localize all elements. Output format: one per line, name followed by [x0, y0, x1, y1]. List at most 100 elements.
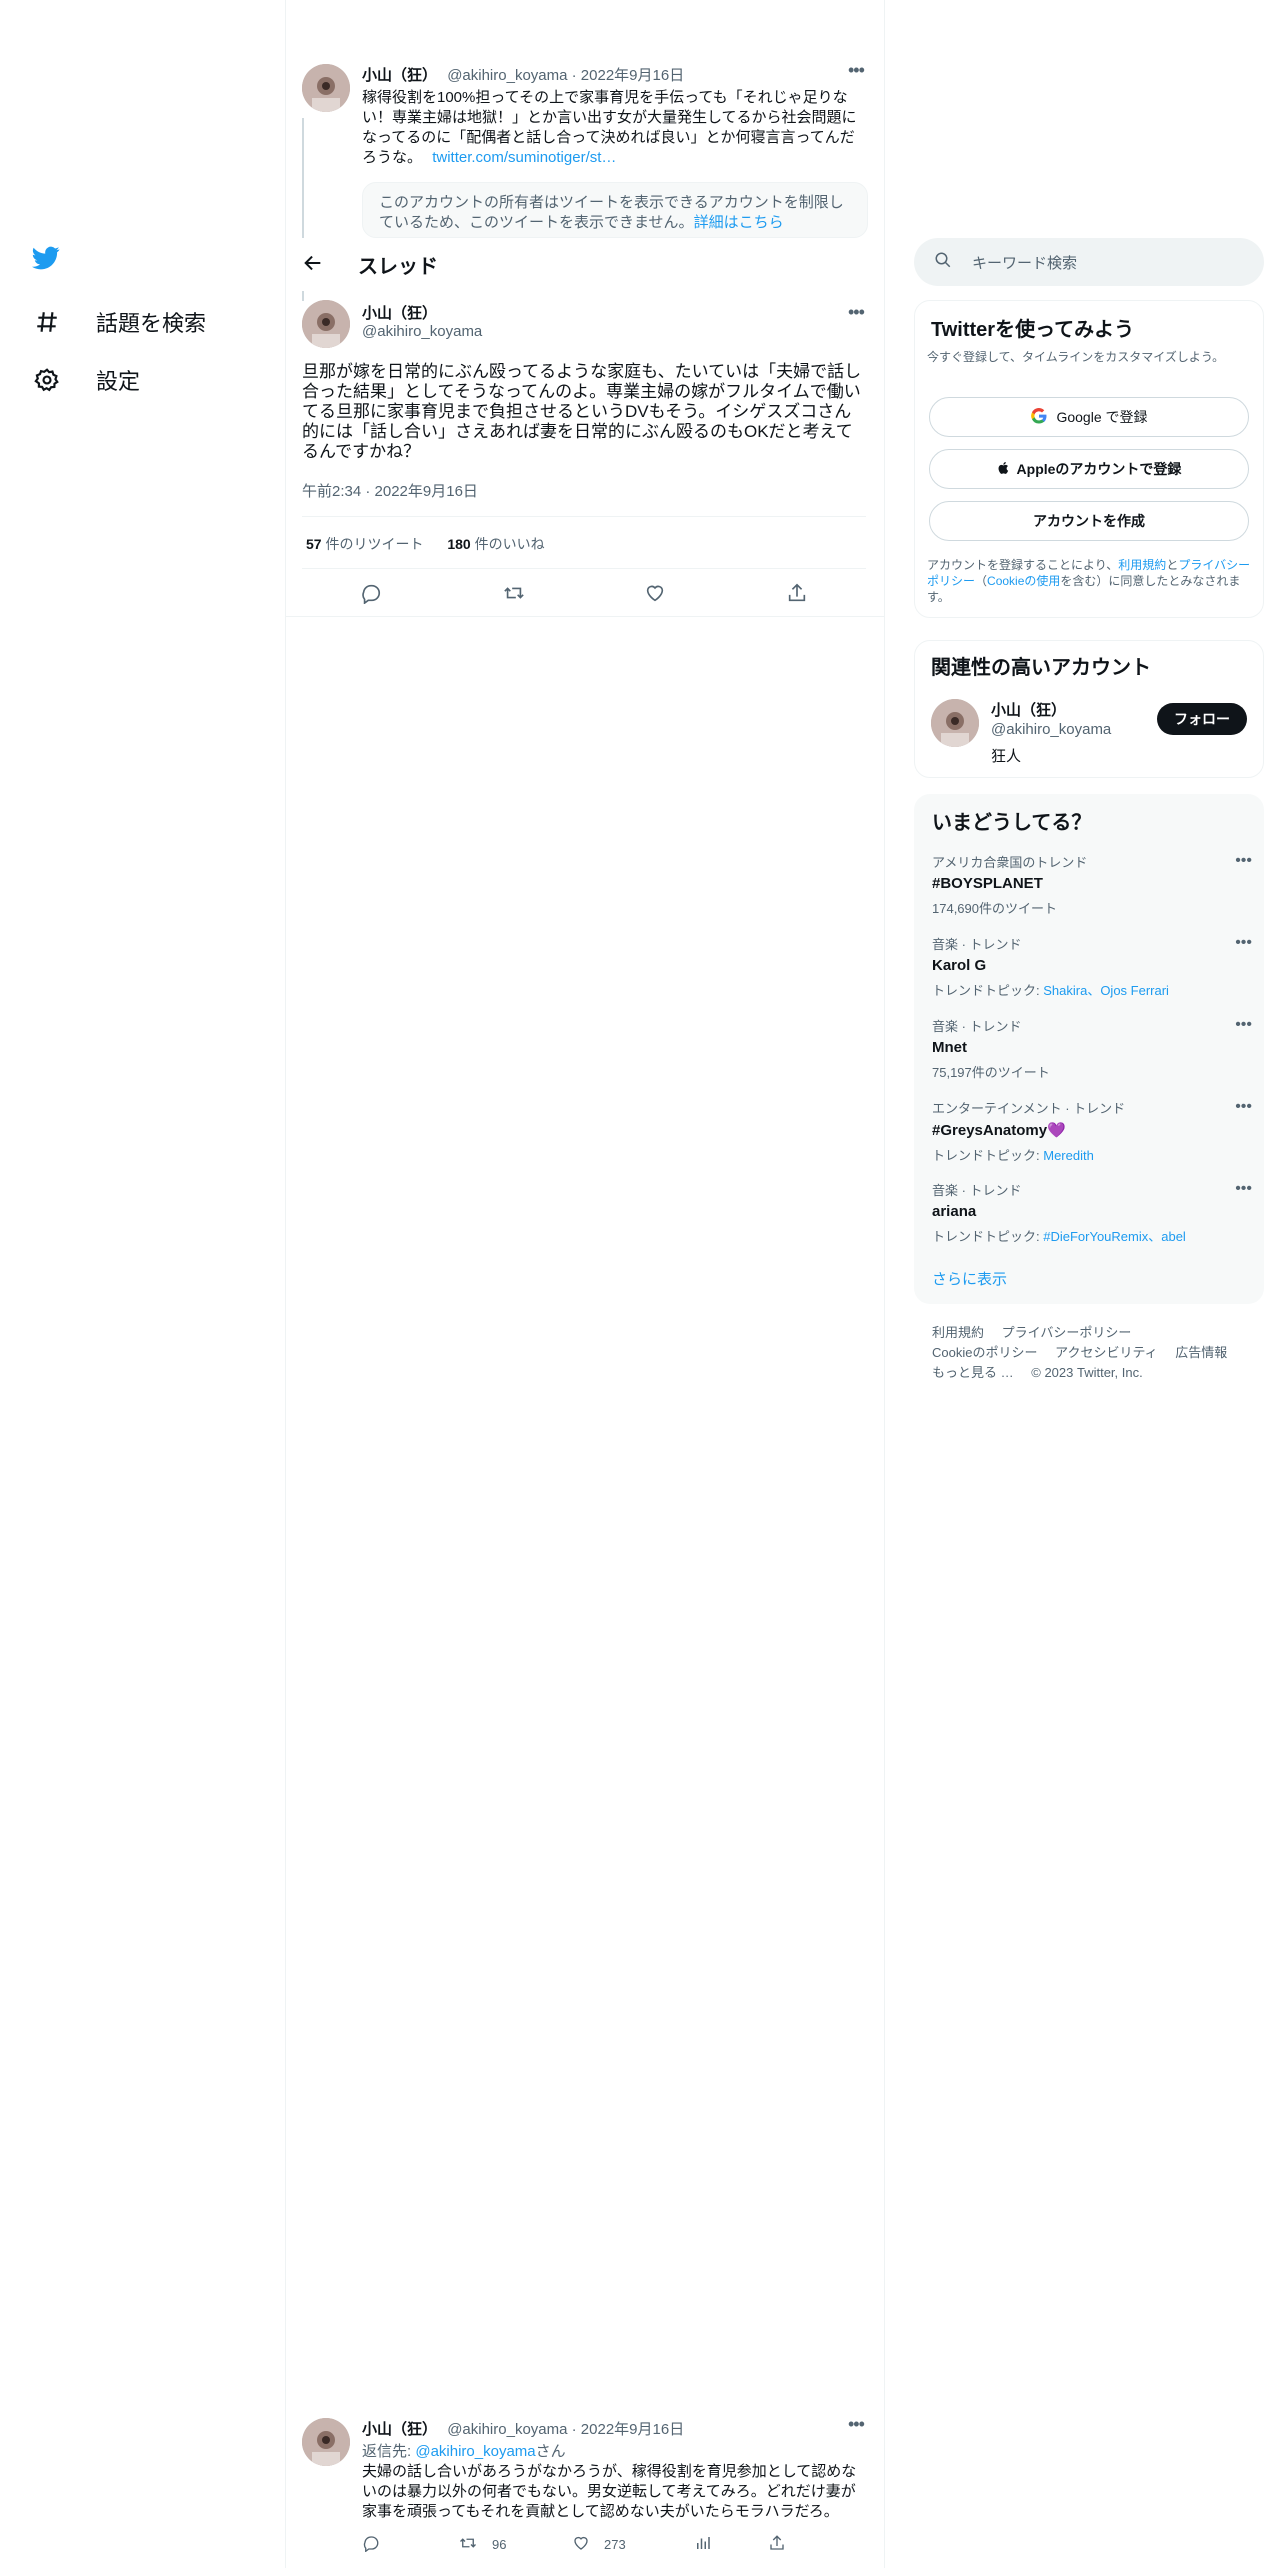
retweet-icon[interactable] [502, 582, 526, 609]
footer-row-1: 利用規約 プライバシーポリシー [932, 1322, 1131, 1341]
author-name[interactable]: 小山（狂） [362, 302, 437, 323]
more-options-icon[interactable]: ••• [848, 302, 865, 323]
tweet-date[interactable]: · 2022年9月16日 [572, 67, 685, 84]
author-handle[interactable]: @akihiro_koyama [447, 2421, 567, 2438]
tweet-stats: 57 件のリツイート 180 件のいいね [306, 534, 545, 554]
footer-row-2: Cookieのポリシー アクセシビリティ 広告情報 [932, 1342, 1227, 1361]
column-divider-left [285, 0, 286, 2568]
share-icon[interactable] [786, 582, 808, 609]
divider [302, 568, 866, 569]
footer-cookie-link[interactable]: Cookieのポリシー [932, 1345, 1037, 1360]
thread-header: スレッド [286, 238, 884, 291]
apple-icon [997, 460, 1011, 479]
create-account-button[interactable]: アカウントを作成 [929, 501, 1249, 541]
related-accounts-card: 関連性の高いアカウント 小山（狂） @akihiro_koyama 狂人 フォロ… [914, 640, 1264, 778]
reply-icon [362, 2534, 380, 2555]
retweet-count: 96 [492, 2537, 507, 2552]
apple-signup-label: Appleのアカウントで登録 [1016, 461, 1182, 477]
like-stat[interactable]: 180 件のいいね [447, 536, 544, 552]
cookie-link[interactable]: Cookieの使用 [987, 574, 1060, 588]
author-handle[interactable]: @akihiro_koyama [447, 67, 567, 84]
trend-item[interactable]: 音楽 · トレンド Karol G トレンドトピック: Shakira、Ojos… [932, 934, 1252, 999]
signup-subtitle: 今すぐ登録して、タイムラインをカスタマイズしよう。 [927, 350, 1225, 364]
search-input[interactable]: キーワード検索 [972, 252, 1077, 273]
reply-button[interactable] [362, 2534, 380, 2555]
more-options-icon[interactable]: ••• [1235, 852, 1252, 870]
follow-button[interactable]: フォロー [1157, 703, 1247, 735]
column-divider-right [884, 0, 885, 2568]
more-options-icon[interactable]: ••• [1235, 1098, 1252, 1116]
tweet-date[interactable]: · 2022年9月16日 [572, 2421, 685, 2438]
footer-ads-link[interactable]: 広告情報 [1175, 1345, 1227, 1360]
page-title: スレッド [358, 256, 438, 278]
tweet-timestamp[interactable]: 午前2:34 · 2022年9月16日 [302, 480, 478, 501]
more-options-icon[interactable]: ••• [848, 60, 865, 81]
trend-item[interactable]: エンターテインメント · トレンド #GreysAnatomy💜 トレンドトピッ… [932, 1098, 1252, 1164]
reply-context: 返信先: @akihiro_koyamaさん [362, 2443, 566, 2460]
author-handle[interactable]: @akihiro_koyama [362, 323, 482, 340]
like-icon[interactable] [644, 582, 666, 609]
search-bar[interactable]: キーワード検索 [914, 238, 1264, 286]
google-signup-button[interactable]: Google で登録 [929, 397, 1249, 437]
search-icon [934, 251, 952, 274]
avatar[interactable] [302, 300, 350, 348]
avatar[interactable] [931, 699, 979, 747]
hashtag-icon [30, 305, 64, 339]
divider [302, 516, 866, 517]
trend-item[interactable]: アメリカ合衆国のトレンド #BOYSPLANET 174,690件のツイート •… [932, 852, 1252, 917]
create-account-label: アカウントを作成 [1033, 513, 1145, 529]
signup-title: Twitterを使ってみよう [931, 319, 1135, 341]
show-more-link[interactable]: さらに表示 [932, 1268, 1007, 1289]
retweet-icon [458, 2534, 478, 2555]
terms-link[interactable]: 利用規約 [1118, 558, 1166, 572]
footer-privacy-link[interactable]: プライバシーポリシー [1002, 1325, 1132, 1340]
google-icon [1030, 407, 1048, 428]
like-button[interactable]: 273 [572, 2534, 626, 2555]
retweet-stat[interactable]: 57 件のリツイート [306, 536, 423, 552]
related-handle[interactable]: @akihiro_koyama [991, 721, 1111, 738]
like-count: 273 [604, 2537, 626, 2552]
footer-terms-link[interactable]: 利用規約 [932, 1325, 984, 1340]
footer-accessibility-link[interactable]: アクセシビリティ [1055, 1345, 1158, 1360]
gear-icon [30, 363, 64, 397]
more-options-icon[interactable]: ••• [848, 2414, 865, 2435]
reply-icon[interactable] [360, 582, 382, 609]
author-name[interactable]: 小山（狂） [362, 2421, 437, 2438]
tweet-text: 旦那が嫁を日常的にぶん殴ってるような家庭も、たいていは「夫婦で話し合った結果」と… [302, 362, 862, 461]
nav-explore[interactable]: 話題を検索 [30, 294, 206, 350]
reply-to-link[interactable]: @akihiro_koyama [415, 2443, 535, 2460]
related-title: 関連性の高いアカウント [931, 657, 1151, 679]
apple-signup-button[interactable]: Appleのアカウントで登録 [929, 449, 1249, 489]
retweet-button[interactable]: 96 [458, 2534, 506, 2555]
avatar[interactable] [302, 64, 350, 112]
related-bio: 狂人 [991, 748, 1022, 765]
avatar[interactable] [302, 2418, 350, 2466]
related-name[interactable]: 小山（狂） [991, 699, 1066, 720]
trend-item[interactable]: 音楽 · トレンド Mnet 75,197件のツイート ••• [932, 1016, 1252, 1081]
author-name[interactable]: 小山（狂） [362, 67, 437, 84]
nav-explore-label: 話題を検索 [96, 311, 207, 336]
analytics-icon[interactable] [694, 2534, 712, 2552]
footer-more-link[interactable]: もっと見る … [932, 1365, 1014, 1380]
share-icon[interactable] [768, 2534, 786, 2552]
twitter-logo-icon[interactable] [30, 244, 70, 284]
google-signup-label: Google で登録 [1056, 409, 1148, 425]
more-options-icon[interactable]: ••• [1235, 1180, 1252, 1198]
footer-copyright: © 2023 Twitter, Inc. [1031, 1365, 1143, 1380]
signup-card: Twitterを使ってみよう 今すぐ登録して、タイムラインをカスタマイズしよう。… [914, 300, 1264, 618]
more-options-icon[interactable]: ••• [1235, 1016, 1252, 1034]
like-icon [572, 2534, 590, 2555]
signup-legal-text: アカウントを登録することにより、利用規約とプライバシーポリシー（Cookieの使… [927, 558, 1251, 604]
tweet-text: 稼得役割を100%担ってその上で家事育児を手伝っても「それじゃ足りない！専業主婦… [362, 89, 857, 166]
tweet-header: 小山（狂） @akihiro_koyama · 2022年9月16日 [362, 64, 684, 85]
back-arrow-icon[interactable] [302, 252, 328, 278]
more-options-icon[interactable]: ••• [1235, 934, 1252, 952]
tweet-header: 小山（狂） @akihiro_koyama · 2022年9月16日 [362, 2418, 684, 2439]
trend-item[interactable]: 音楽 · トレンド ariana トレンドトピック: #DieForYouRem… [932, 1180, 1252, 1245]
tweet-link[interactable]: twitter.com/suminotiger/st… [432, 149, 616, 166]
thread-connector [302, 118, 304, 238]
divider [286, 616, 884, 617]
nav-settings[interactable]: 設定 [30, 352, 140, 408]
learn-more-link[interactable]: 詳細はこちら [694, 214, 784, 231]
nav-settings-label: 設定 [96, 369, 141, 394]
